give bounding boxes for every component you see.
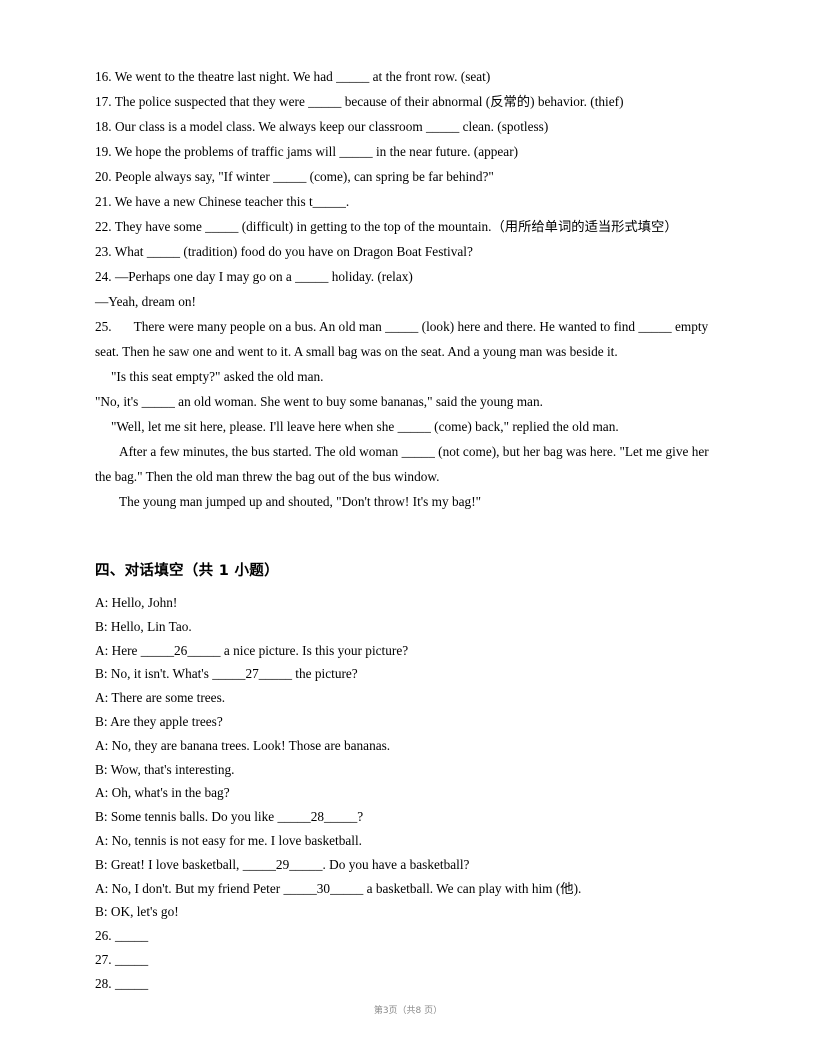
question-item: 24. —Perhaps one day I may go on a _____… [95,269,413,284]
answer-lines-group: 26. _____ 27. _____ 28. _____ [95,924,715,995]
answer-line: 26. _____ [95,928,149,944]
question-item: 17. The police suspected that they were … [95,94,624,109]
answer-line: 27. _____ [95,951,149,967]
dialogue-line: A: No, they are banana trees. Look! Thos… [95,737,391,753]
page-footer: 第3页（共8 页） [373,1006,443,1016]
dialogue-line: B: No, it isn't. What's _____27_____ the… [95,666,358,682]
dialogue-line: A: No, tennis is not easy for me. I love… [95,832,362,848]
question-item: 20. People always say, "If winter _____ … [95,169,494,184]
dialogue-lines-group: A: Hello, John! B: Hello, Lin Tao. A: He… [95,591,715,924]
dialogue-line: A: Oh, what's in the bag? [95,785,230,801]
dialogue-line: A: Here _____26_____ a nice picture. Is … [95,642,409,658]
dialogue-line: B: Wow, that's interesting. [95,761,235,777]
question-item: 23. What _____ (tradition) food do you h… [95,244,473,259]
passage-question-25: 25. There were many people on a bus. An o… [95,314,715,514]
question-item: 21. We have a new Chinese teacher this t… [95,194,350,209]
question-item: 19. We hope the problems of traffic jams… [95,144,519,159]
dialogue-line: B: Are they apple trees? [95,713,223,729]
passage-paragraph-intro: 25. There were many people on a bus. An o… [95,314,715,364]
dialogue-line: A: No, I don't. But my friend Peter ____… [95,880,582,896]
dialogue-line: B: Some tennis balls. Do you like _____2… [95,809,364,825]
question-item: 16. We went to the theatre last night. W… [95,69,491,84]
section-heading-dialogue: 四、对话填空（共 1 小题） [95,563,279,579]
heading-spacer [95,582,715,591]
dialogue-line: B: OK, let's go! [95,904,179,920]
question-item: 18. Our class is a model class. We alway… [95,119,549,134]
fill-in-blanks-group: 16. We went to the theatre last night. W… [95,64,715,314]
passage-paragraph: The young man jumped up and shouted, "Do… [119,494,482,509]
document-page: 16. We went to the theatre last night. W… [0,0,816,1056]
dialogue-line: A: Hello, John! [95,595,178,610]
answer-line: 28. _____ [95,975,149,991]
passage-paragraph: "Well, let me sit here, please. I'll lea… [111,419,619,434]
passage-text: There were many people on a bus. An old … [95,319,709,359]
question-item: 22. They have some _____ (difficult) in … [95,219,678,234]
dialogue-line: B: Great! I love basketball, _____29____… [95,856,470,872]
question-number: 25. [95,319,112,334]
dialogue-line: A: There are some trees. [95,690,226,706]
dialogue-line: B: Hello, Lin Tao. [95,618,192,634]
passage-paragraph: After a few minutes, the bus started. Th… [95,444,709,484]
question-item: —Yeah, dream on! [95,294,196,309]
page-content: 16. We went to the theatre last night. W… [95,64,715,996]
passage-paragraph: "Is this seat empty?" asked the old man. [111,369,324,384]
passage-paragraph: "No, it's _____ an old woman. She went t… [95,394,543,409]
